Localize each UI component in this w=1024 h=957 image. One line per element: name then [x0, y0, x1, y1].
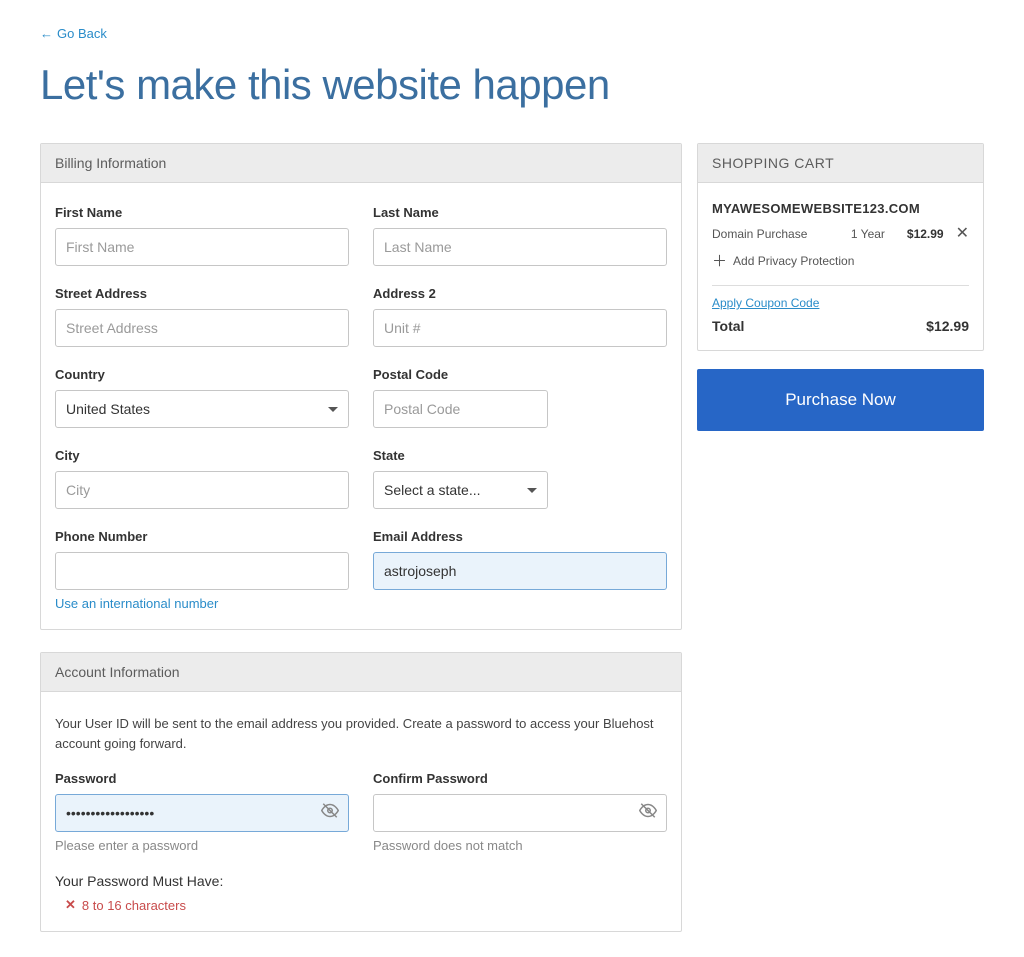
- x-icon: ✕: [65, 897, 76, 913]
- cart-item-duration: 1 Year: [851, 227, 899, 241]
- arrow-left-icon: ←: [40, 26, 53, 41]
- password-help: Please enter a password: [55, 838, 349, 853]
- state-select[interactable]: Select a state...: [373, 471, 548, 509]
- billing-header: Billing Information: [41, 144, 681, 183]
- cart-total-label: Total: [712, 318, 744, 334]
- purchase-now-button[interactable]: Purchase Now: [697, 369, 984, 431]
- chevron-down-icon: [527, 488, 537, 493]
- shopping-cart-panel: SHOPPING CART MYAWESOMEWEBSITE123.COM Do…: [697, 143, 984, 351]
- go-back-text: Go Back: [57, 26, 107, 41]
- postal-code-label: Postal Code: [373, 367, 667, 382]
- cart-domain-name: MYAWESOMEWEBSITE123.COM: [712, 201, 969, 216]
- cart-total-value: $12.99: [926, 318, 969, 334]
- password-rule: ✕ 8 to 16 characters: [65, 897, 667, 913]
- password-label: Password: [55, 771, 349, 786]
- cart-item-name: Domain Purchase: [712, 227, 843, 241]
- eye-off-icon[interactable]: [321, 802, 339, 825]
- add-privacy-button[interactable]: ＋ Add Privacy Protection: [712, 250, 969, 271]
- account-panel: Account Information Your User ID will be…: [40, 652, 682, 932]
- cart-item-price: $12.99: [907, 227, 944, 241]
- go-back-link[interactable]: ← Go Back: [40, 26, 107, 41]
- plus-icon: ＋: [712, 250, 727, 271]
- remove-item-icon[interactable]: ✕: [956, 226, 969, 242]
- eye-off-icon[interactable]: [639, 802, 657, 825]
- password-requirements-title: Your Password Must Have:: [55, 873, 667, 889]
- email-label: Email Address: [373, 529, 667, 544]
- confirm-password-input[interactable]: [373, 794, 667, 832]
- page-title: Let's make this website happen: [40, 61, 984, 109]
- phone-label: Phone Number: [55, 529, 349, 544]
- password-rule-text: 8 to 16 characters: [82, 898, 186, 913]
- cart-total-row: Total $12.99: [712, 318, 969, 334]
- postal-code-input[interactable]: [373, 390, 548, 428]
- confirm-password-label: Confirm Password: [373, 771, 667, 786]
- address2-input[interactable]: [373, 309, 667, 347]
- apply-coupon-link[interactable]: Apply Coupon Code: [712, 296, 969, 310]
- confirm-help: Password does not match: [373, 838, 667, 853]
- first-name-input[interactable]: [55, 228, 349, 266]
- street-address-input[interactable]: [55, 309, 349, 347]
- email-input[interactable]: [373, 552, 667, 590]
- country-value: United States: [66, 401, 328, 417]
- phone-input[interactable]: [55, 552, 349, 590]
- country-label: Country: [55, 367, 349, 382]
- city-label: City: [55, 448, 349, 463]
- address2-label: Address 2: [373, 286, 667, 301]
- city-input[interactable]: [55, 471, 349, 509]
- password-input[interactable]: [55, 794, 349, 832]
- state-label: State: [373, 448, 667, 463]
- last-name-label: Last Name: [373, 205, 667, 220]
- account-header: Account Information: [41, 653, 681, 692]
- last-name-input[interactable]: [373, 228, 667, 266]
- state-value: Select a state...: [384, 482, 527, 498]
- cart-item-row: Domain Purchase 1 Year $12.99 ✕: [712, 226, 969, 242]
- intl-number-link[interactable]: Use an international number: [55, 596, 349, 611]
- account-intro-text: Your User ID will be sent to the email a…: [55, 714, 667, 753]
- country-select[interactable]: United States: [55, 390, 349, 428]
- street-address-label: Street Address: [55, 286, 349, 301]
- add-privacy-label: Add Privacy Protection: [733, 254, 854, 268]
- billing-panel: Billing Information First Name Last Name…: [40, 143, 682, 630]
- first-name-label: First Name: [55, 205, 349, 220]
- cart-header: SHOPPING CART: [698, 144, 983, 183]
- chevron-down-icon: [328, 407, 338, 412]
- cart-divider: [712, 285, 969, 286]
